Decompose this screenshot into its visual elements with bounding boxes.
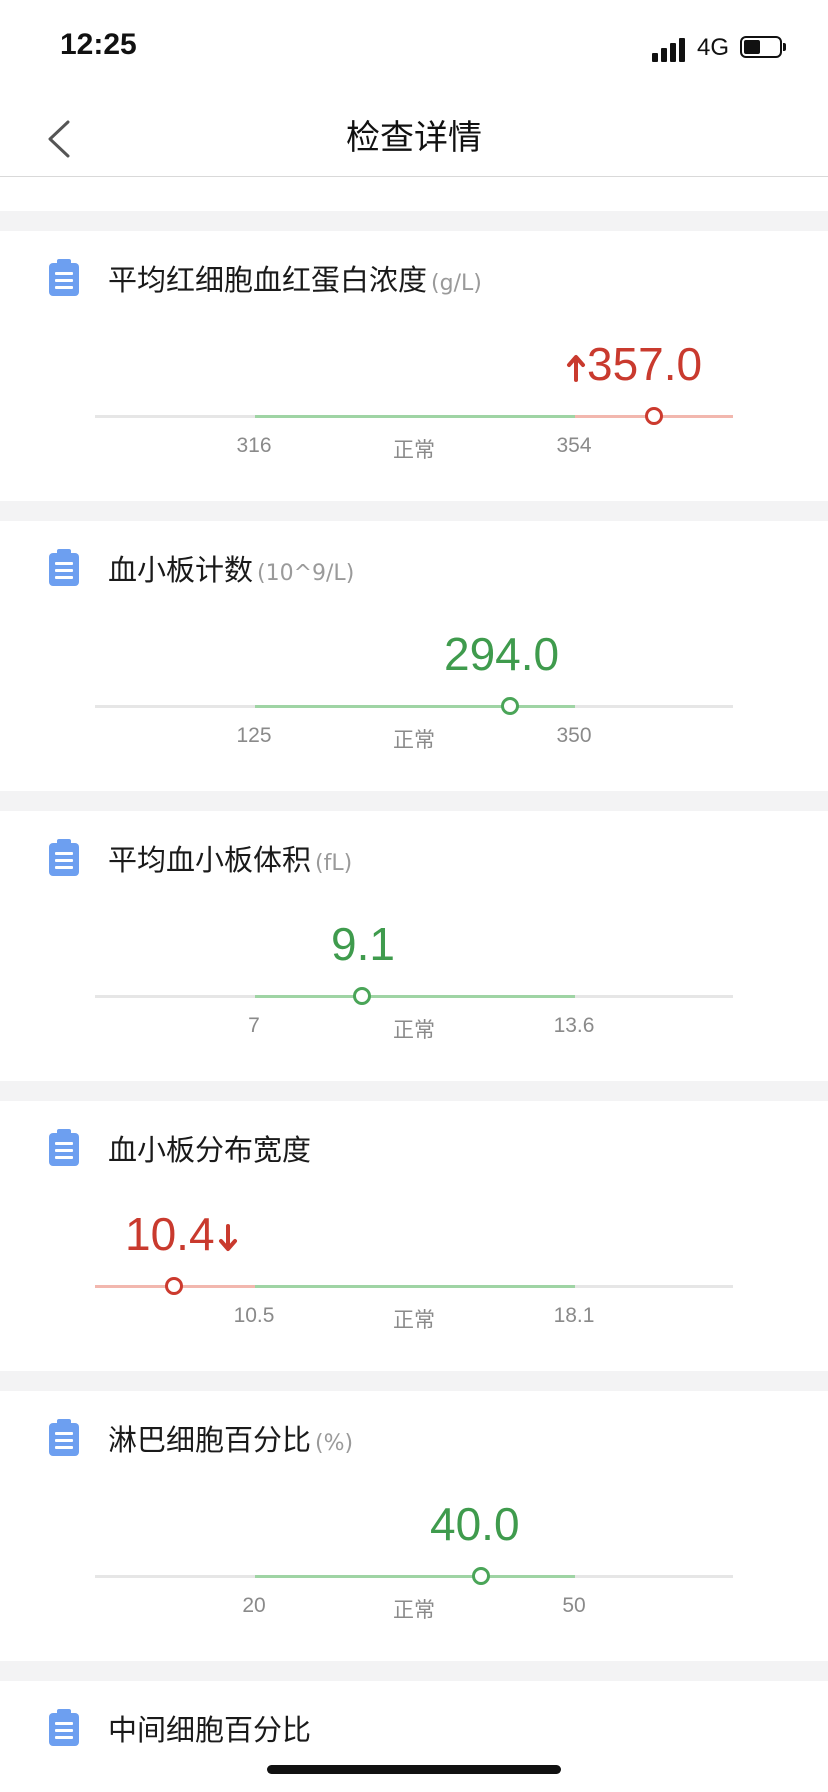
result-header: 淋巴细胞百分比 (%) — [108, 1417, 353, 1459]
result-card[interactable]: 中间细胞百分比 — [0, 1681, 828, 1792]
range-low-label: 125 — [236, 724, 272, 747]
range-status-label: 正常 — [393, 1308, 435, 1332]
normal-range-segment — [255, 995, 575, 998]
result-header: 血小板计数 (10^9/L) — [108, 547, 354, 589]
result-value-text: 357.0 — [587, 338, 703, 390]
result-name: 血小板计数 — [108, 553, 254, 587]
section-divider — [0, 1081, 828, 1101]
result-card[interactable]: 淋巴细胞百分比 (%) 40.0 20 正常 50 — [0, 1391, 828, 1661]
section-divider — [0, 1661, 828, 1681]
value-marker — [645, 407, 663, 425]
range-track — [95, 407, 733, 425]
clipboard-icon — [49, 259, 79, 296]
normal-range-segment — [255, 415, 575, 418]
value-marker — [501, 697, 519, 715]
range-status-label: 正常 — [393, 1018, 435, 1042]
range-high-label: 18.1 — [553, 1304, 595, 1327]
normal-range-segment — [255, 1575, 575, 1578]
page-title: 检查详情 — [346, 118, 482, 158]
result-header: 血小板分布宽度 — [108, 1127, 315, 1169]
network-type: 4G — [697, 34, 730, 61]
result-unit: (10^9/L) — [257, 561, 355, 586]
range-status-label: 正常 — [393, 1598, 435, 1622]
range-track — [95, 987, 733, 1005]
navigation-bar: 检查详情 — [0, 100, 828, 177]
result-header: 平均红细胞血红蛋白浓度 (g/L) — [108, 257, 482, 299]
normal-range-segment — [255, 705, 575, 708]
clipboard-icon — [49, 839, 79, 876]
range-status-label: 正常 — [393, 728, 435, 752]
section-divider — [0, 211, 828, 231]
battery-icon — [740, 36, 788, 60]
result-value: 357.0 — [565, 337, 702, 391]
result-unit: (g/L) — [431, 271, 482, 296]
section-divider — [0, 501, 828, 521]
result-card[interactable]: 平均血小板体积 (fL) 9.1 7 正常 13.6 — [0, 811, 828, 1081]
range-low-label: 7 — [248, 1014, 260, 1037]
signal-strength-icon — [652, 36, 692, 62]
result-value: 9.1 — [331, 917, 395, 971]
result-name: 血小板分布宽度 — [108, 1133, 312, 1167]
value-marker — [472, 1567, 490, 1585]
clipboard-icon — [49, 1419, 79, 1456]
result-header: 中间细胞百分比 — [108, 1707, 315, 1749]
section-divider — [0, 791, 828, 811]
result-value-text: 40.0 — [430, 1498, 520, 1550]
result-header: 平均血小板体积 (fL) — [108, 837, 352, 879]
normal-range-segment — [255, 1285, 575, 1288]
result-name: 中间细胞百分比 — [108, 1713, 312, 1747]
status-bar: 12:25 4G — [0, 0, 828, 100]
result-value-text: 9.1 — [331, 918, 395, 970]
result-name: 平均红细胞血红蛋白浓度 — [108, 263, 428, 297]
range-high-label: 354 — [556, 434, 592, 457]
result-value-text: 294.0 — [444, 628, 560, 680]
section-divider — [0, 1371, 828, 1391]
value-marker — [165, 1277, 183, 1295]
result-value: 10.4 — [125, 1207, 241, 1261]
result-value-text: 10.4 — [125, 1208, 215, 1260]
clipboard-icon — [49, 549, 79, 586]
range-track — [95, 697, 733, 715]
home-indicator[interactable] — [267, 1765, 561, 1774]
result-name: 平均血小板体积 — [108, 843, 312, 877]
result-card[interactable]: 血小板分布宽度 10.4 10.5 正常 18.1 — [0, 1101, 828, 1371]
result-card[interactable]: 平均红细胞血红蛋白浓度 (g/L) 357.0 316 正常 354 — [0, 231, 828, 501]
result-card[interactable]: 血小板计数 (10^9/L) 294.0 125 正常 350 — [0, 521, 828, 791]
range-low-label: 316 — [236, 434, 272, 457]
status-time: 12:25 — [60, 28, 137, 61]
range-high-label: 50 — [562, 1594, 586, 1617]
value-marker — [353, 987, 371, 1005]
range-track — [95, 1567, 733, 1585]
arrow-up-icon — [567, 354, 585, 382]
range-track — [95, 1277, 733, 1295]
range-high-label: 350 — [556, 724, 592, 747]
clipboard-icon — [49, 1129, 79, 1166]
range-low-label: 10.5 — [233, 1304, 275, 1327]
result-value: 40.0 — [430, 1497, 520, 1551]
arrow-down-icon — [218, 1223, 237, 1251]
result-unit: (fL) — [315, 851, 353, 876]
result-unit: (%) — [315, 1431, 354, 1456]
range-high-label: 13.6 — [553, 1014, 595, 1037]
range-status-label: 正常 — [393, 438, 435, 462]
result-name: 淋巴细胞百分比 — [108, 1423, 312, 1457]
result-value: 294.0 — [444, 627, 559, 681]
clipboard-icon — [49, 1709, 79, 1746]
range-low-label: 20 — [242, 1594, 266, 1617]
